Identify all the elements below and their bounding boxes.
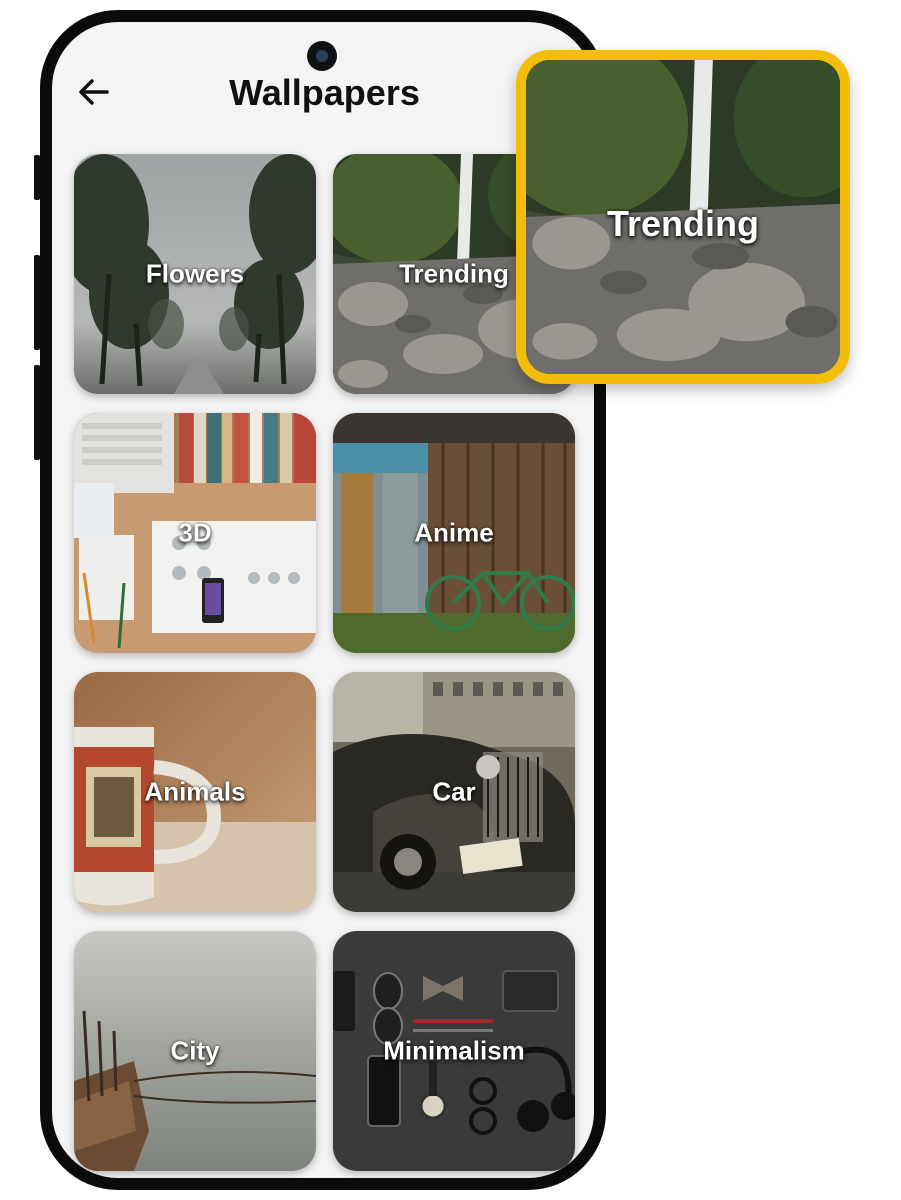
trending-zoom-callout: Trending: [516, 50, 850, 384]
back-button[interactable]: [74, 72, 114, 112]
category-tile-3d[interactable]: 3D: [74, 413, 316, 653]
category-tile-animals[interactable]: Animals: [74, 672, 316, 912]
category-tile-minimalism[interactable]: Minimalism: [333, 931, 575, 1171]
category-label: Car: [432, 776, 476, 807]
category-label: Anime: [414, 517, 494, 548]
arrow-left-icon: [79, 79, 109, 105]
callout-label: Trending: [607, 203, 759, 244]
category-label: 3D: [178, 517, 212, 548]
category-tile-car[interactable]: Car: [333, 672, 575, 912]
phone-volume-down-button: [34, 365, 40, 460]
category-label: Animals: [144, 776, 246, 807]
phone-volume-up-button: [34, 255, 40, 350]
phone-side-button: [34, 155, 40, 200]
category-label: Minimalism: [383, 1035, 525, 1066]
page-title: Wallpapers: [229, 72, 420, 113]
front-camera: [307, 41, 337, 71]
category-tile-flowers[interactable]: Flowers: [74, 154, 316, 394]
category-tile-city[interactable]: City: [74, 931, 316, 1171]
category-label: Flowers: [145, 258, 245, 289]
category-label: City: [170, 1035, 220, 1066]
category-tile-anime[interactable]: Anime: [333, 413, 575, 653]
